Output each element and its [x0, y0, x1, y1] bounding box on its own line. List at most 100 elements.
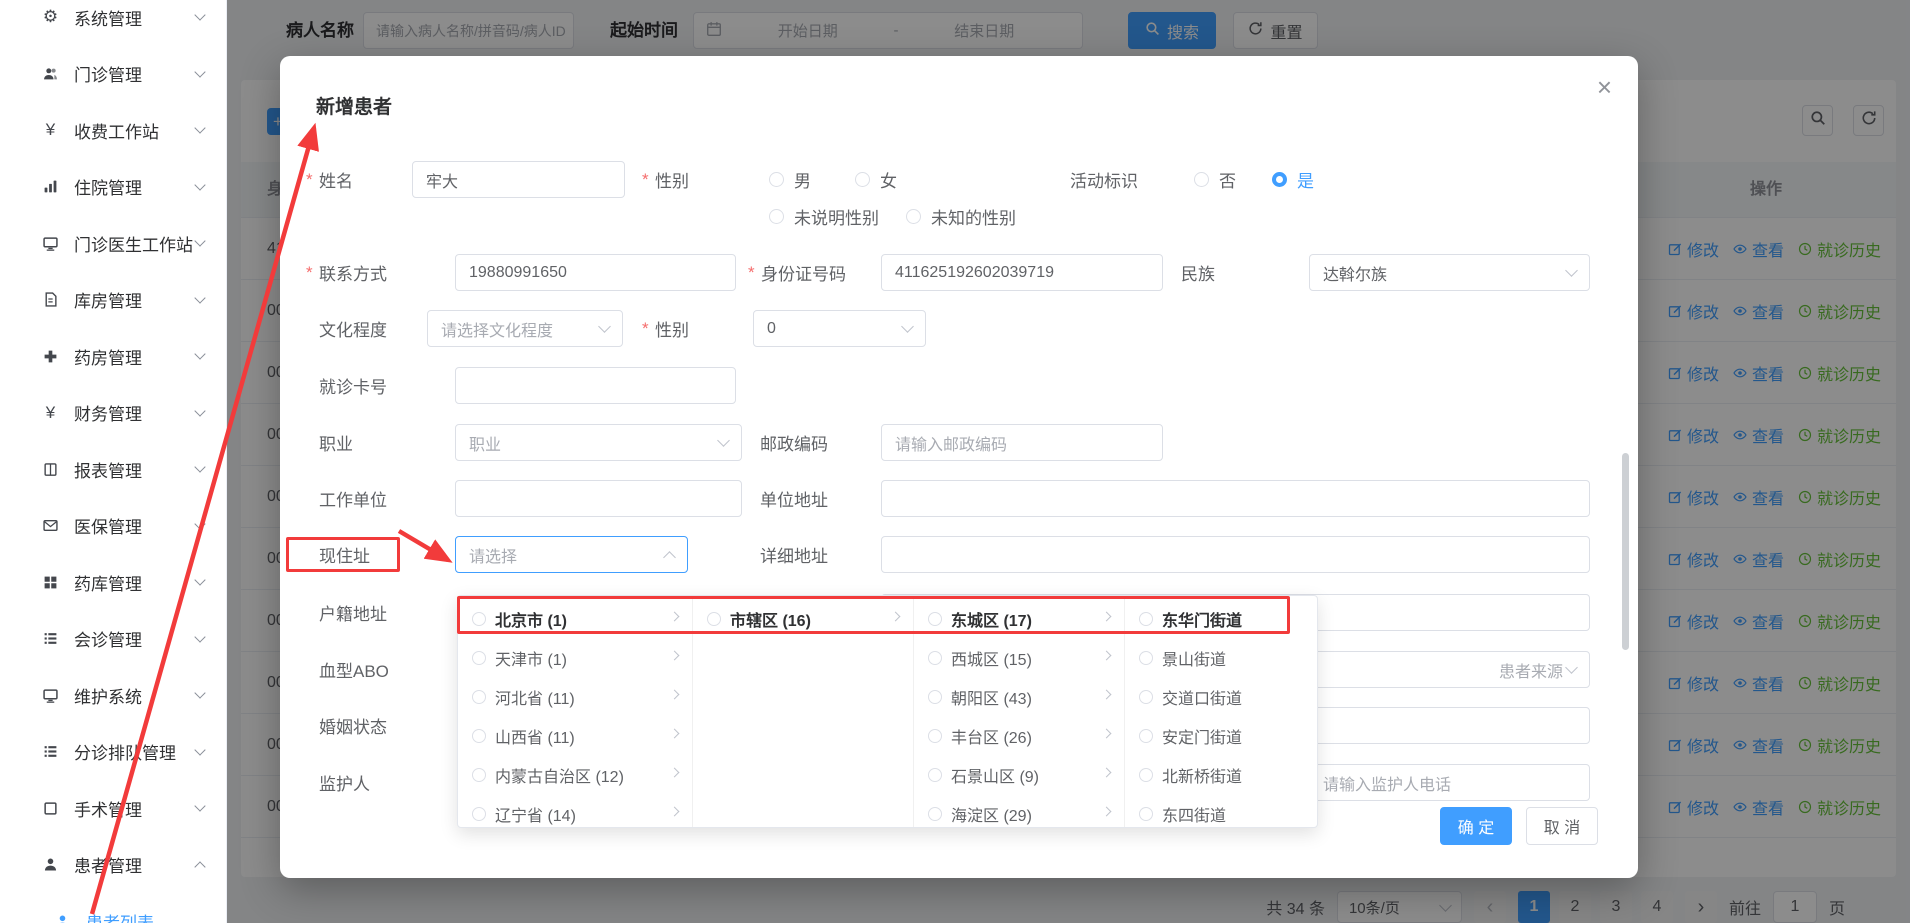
radio-dot — [928, 807, 942, 821]
detail-address-input[interactable] — [881, 536, 1590, 573]
chevron-up-icon — [194, 861, 205, 872]
gender-radio-female[interactable]: 女 — [855, 161, 897, 198]
chevron-right-icon — [670, 807, 680, 817]
chevron-right-icon — [1102, 612, 1112, 622]
sidebar-item[interactable]: 库房管理 — [0, 272, 226, 329]
document-icon — [40, 292, 61, 307]
sidebar-item-label: 手术管理 — [74, 796, 196, 821]
cascader-option[interactable]: 东城区 (17) — [914, 599, 1124, 638]
monitor-icon — [40, 688, 61, 703]
cascader-option[interactable]: 海淀区 (29) — [914, 794, 1124, 827]
cancel-button[interactable]: 取 消 — [1526, 807, 1598, 845]
sidebar-item[interactable]: 药库管理 — [0, 554, 226, 611]
user-icon — [40, 857, 61, 872]
guardian-phone-input[interactable]: 请输入监护人电话 — [1309, 764, 1590, 801]
active-flag-radio-yes[interactable]: 是 — [1272, 161, 1314, 198]
cascader-option[interactable]: 东华门街道 — [1125, 599, 1318, 638]
sidebar-item[interactable]: 报表管理 — [0, 441, 226, 498]
gender-radio-unknown[interactable]: 未知的性别 — [906, 198, 1016, 235]
radio-dot — [1139, 651, 1153, 665]
postal-code-input[interactable]: 请输入邮政编码 — [881, 424, 1163, 461]
active-flag-radio-no[interactable]: 否 — [1194, 161, 1236, 198]
visit-card-input[interactable] — [455, 367, 736, 404]
radio-dot — [472, 612, 486, 626]
radio-dot — [472, 807, 486, 821]
sidebar-item[interactable]: 分诊排队管理 — [0, 724, 226, 781]
occupation-select[interactable]: 职业 — [455, 424, 742, 461]
work-unit-input[interactable] — [455, 480, 742, 517]
cascader-column-2: 市辖区 (16) — [693, 596, 914, 827]
name-input[interactable]: 牢大 — [412, 161, 625, 198]
bar-chart-icon — [40, 179, 61, 194]
cascader-option[interactable]: 辽宁省 (14) — [458, 794, 692, 827]
radio-dot — [906, 209, 921, 224]
sidebar-item[interactable]: 药房管理 — [0, 328, 226, 385]
sidebar-item[interactable]: 维护系统 — [0, 667, 226, 724]
cascader-option[interactable]: 天津市 (1) — [458, 638, 692, 677]
sidebar-item[interactable]: ⚙系统管理 — [0, 0, 226, 46]
sidebar-item[interactable]: 会诊管理 — [0, 611, 226, 668]
cascader-option[interactable]: 石景山区 (9) — [914, 755, 1124, 794]
contact-input[interactable]: 19880991650 — [455, 254, 736, 291]
sidebar-item-label: 药库管理 — [74, 570, 196, 595]
gender-radio-male[interactable]: 男 — [769, 161, 811, 198]
education-select[interactable]: 请选择文化程度 — [427, 310, 623, 347]
sidebar-item[interactable]: 门诊医生工作站 — [0, 215, 226, 272]
radio-dot — [472, 729, 486, 743]
cascader-option[interactable]: 丰台区 (26) — [914, 716, 1124, 755]
id-number-input[interactable]: 411625192602039719 — [881, 254, 1163, 291]
sidebar-item[interactable]: 手术管理 — [0, 780, 226, 837]
active-flag-label: *活动标识 — [1057, 161, 1138, 198]
confirm-button[interactable]: 确 定 — [1440, 807, 1512, 845]
dialog-scrollbar-thumb[interactable] — [1622, 453, 1629, 650]
sidebar-item[interactable]: 住院管理 — [0, 159, 226, 216]
cascader-option[interactable]: 北京市 (1) — [458, 599, 692, 638]
blood-type-label: *血型ABO — [306, 651, 389, 688]
app-root: 病人名称 请输入病人名称/拼音码/病人ID 起始时间 开始日期 - 结束日期 搜… — [0, 0, 1910, 923]
add-patient-dialog: 新增患者 × *姓名 *性别 *活动标识 *联系方式 *身份证号码 *民族 *文… — [280, 56, 1638, 878]
cascader-option[interactable]: 河北省 (11) — [458, 677, 692, 716]
unit-address-input[interactable] — [881, 480, 1590, 517]
chevron-right-icon — [670, 768, 680, 778]
cascader-option[interactable]: 交道口街道 — [1125, 677, 1318, 716]
cascader-option[interactable]: 朝阳区 (43) — [914, 677, 1124, 716]
radio-dot — [1139, 729, 1153, 743]
chevron-down-icon — [194, 631, 205, 642]
sidebar-item[interactable]: 门诊管理 — [0, 46, 226, 103]
household-address-label: *户籍地址 — [306, 594, 387, 631]
radio-dot — [928, 729, 942, 743]
contact-label: *联系方式 — [306, 254, 387, 291]
chevron-right-icon — [670, 612, 680, 622]
cascader-option[interactable]: 景山街道 — [1125, 638, 1318, 677]
radio-dot — [769, 172, 784, 187]
sidebar-subitem-patient-list[interactable]: 患者列表 — [0, 893, 226, 923]
cascader-option[interactable]: 山西省 (11) — [458, 716, 692, 755]
current-address-select[interactable]: 请选择 — [455, 536, 688, 573]
close-icon[interactable]: × — [1597, 74, 1612, 100]
sidebar-item[interactable]: ¥财务管理 — [0, 385, 226, 442]
chevron-down-icon — [194, 462, 205, 473]
sidebar-item-label: 分诊排队管理 — [74, 739, 196, 764]
sidebar-item[interactable]: 医保管理 — [0, 498, 226, 555]
cascader-option[interactable]: 西城区 (15) — [914, 638, 1124, 677]
sidebar-item[interactable]: ¥收费工作站 — [0, 102, 226, 159]
current-address-label: *现住址 — [306, 536, 370, 573]
radio-dot — [928, 651, 942, 665]
cascader-option[interactable]: 北新桥街道 — [1125, 755, 1318, 794]
cascader-option[interactable]: 安定门街道 — [1125, 716, 1318, 755]
radio-dot — [928, 768, 942, 782]
sidebar-item-label: 维护系统 — [74, 683, 196, 708]
chevron-right-icon — [1102, 690, 1112, 700]
ethnicity-select[interactable]: 达斡尔族 — [1309, 254, 1590, 291]
medical-cross-icon — [40, 349, 61, 364]
radio-dot — [472, 690, 486, 704]
sidebar-item-label: 报表管理 — [74, 457, 196, 482]
cascader-option[interactable]: 东四街道 — [1125, 794, 1318, 827]
patient-source-select[interactable]: 患者来源 — [1309, 651, 1590, 688]
gender-code-select[interactable]: 0 — [753, 310, 926, 347]
cascader-option[interactable]: 内蒙古自治区 (12) — [458, 755, 692, 794]
sidebar-item-label: 库房管理 — [74, 287, 196, 312]
cascader-option[interactable]: 市辖区 (16) — [693, 599, 913, 638]
sidebar-item[interactable]: 患者管理 — [0, 837, 226, 894]
gender-radio-unexplained[interactable]: 未说明性别 — [769, 198, 879, 235]
